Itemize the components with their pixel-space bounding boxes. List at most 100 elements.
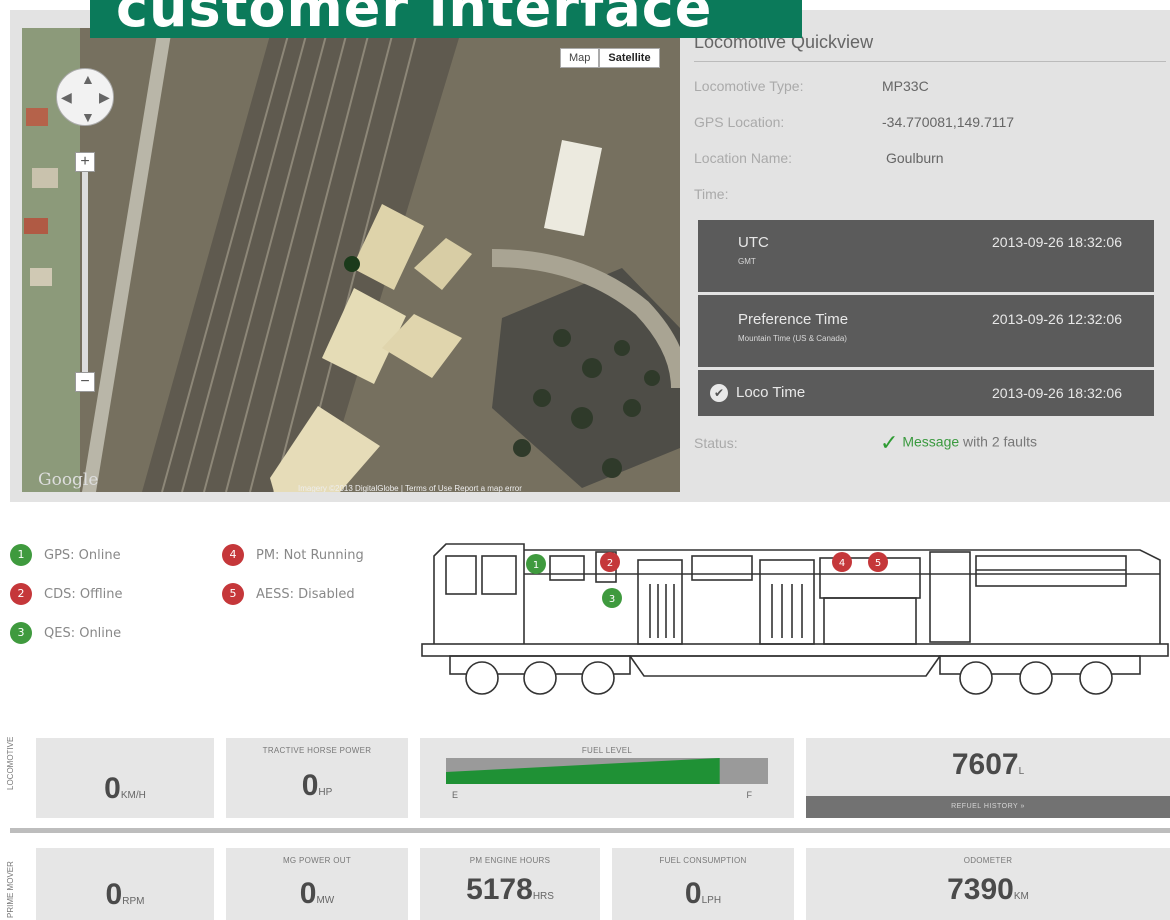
rpm-card: 0RPM bbox=[36, 848, 214, 920]
legend-item-aess: 5 AESS: Disabled bbox=[222, 582, 364, 606]
legend-item-cds: 2 CDS: Offline bbox=[10, 582, 123, 606]
location-name-label: Location Name: bbox=[694, 150, 793, 166]
time-options: UTC GMT 2013-09-26 18:32:06 Preference T… bbox=[698, 220, 1154, 416]
preference-time-label: Preference Time bbox=[738, 311, 849, 328]
engine-hours-value: 5178HRS bbox=[466, 873, 554, 906]
legend-gps-text: GPS: Online bbox=[44, 547, 121, 563]
checkmark-icon: ✓ bbox=[880, 430, 899, 455]
locomotive-side-label: LOCOMOTIVE bbox=[6, 736, 15, 790]
fuel-consumption-value: 0LPH bbox=[684, 877, 722, 910]
status-dot-5: 5 bbox=[222, 583, 244, 605]
svg-text:2: 2 bbox=[607, 558, 613, 569]
legend-item-qes: 3 QES: Online bbox=[10, 621, 123, 645]
legend-qes-text: QES: Online bbox=[44, 625, 122, 641]
legend-left: 1 GPS: Online 2 CDS: Offline 3 QES: Onli… bbox=[10, 543, 123, 660]
zoom-out-button[interactable]: − bbox=[75, 372, 95, 392]
gps-location-label: GPS Location: bbox=[694, 114, 785, 130]
locomotive-type-label: Locomotive Type: bbox=[694, 78, 804, 94]
map-type-satellite-button[interactable]: Satellite bbox=[599, 48, 660, 68]
top-panel: Map Satellite ▲ ▼ ◀ ▶ + − Google Imagery… bbox=[10, 10, 1170, 502]
locomotive-quickview: Locomotive Quickview Locomotive Type: MP… bbox=[694, 32, 1166, 456]
mg-power-out-caption: MG POWER OUT bbox=[282, 856, 352, 865]
status-dot-3: 3 bbox=[10, 622, 32, 644]
gps-location-row: GPS Location: -34.770081,149.7117 bbox=[694, 104, 1166, 140]
map-type-map-button[interactable]: Map bbox=[560, 48, 600, 68]
mg-power-out-value: 0MW bbox=[299, 877, 335, 910]
fuel-level-scale: E F bbox=[452, 790, 752, 800]
legend-right: 4 PM: Not Running 5 AESS: Disabled bbox=[222, 543, 364, 621]
google-logo: Google bbox=[38, 470, 99, 490]
utc-sublabel: GMT bbox=[738, 257, 756, 266]
page-banner: customer interface bbox=[90, 0, 802, 38]
engine-hours-caption: PM ENGINE HOURS bbox=[469, 856, 551, 865]
pan-control[interactable]: ▲ ▼ ◀ ▶ bbox=[56, 68, 114, 126]
locomotive-type-row: Locomotive Type: MP33C bbox=[694, 68, 1166, 104]
odometer-caption: ODOMETER bbox=[963, 856, 1013, 865]
svg-text:3: 3 bbox=[609, 594, 615, 605]
row-divider bbox=[10, 828, 1170, 833]
refuel-history-button[interactable]: REFUEL HISTORY » bbox=[806, 796, 1170, 818]
fuel-empty-label: E bbox=[452, 790, 459, 800]
tractive-horse-power-card: TRACTIVE HORSE POWER 0HP bbox=[226, 738, 408, 818]
map-imagery bbox=[22, 28, 680, 492]
prime-mover-side-label: PRIME MOVER bbox=[6, 861, 15, 918]
svg-text:4: 4 bbox=[839, 558, 845, 569]
status-row: Status: ✓ Message with 2 faults bbox=[694, 430, 1166, 456]
speed-value: 0KM/H bbox=[104, 772, 146, 805]
time-label: Time: bbox=[694, 186, 729, 202]
diagram-marker-2: 2 bbox=[600, 552, 620, 572]
fuel-full-label: F bbox=[746, 790, 753, 800]
odometer-card: ODOMETER 7390KM bbox=[806, 848, 1170, 920]
status-message: ✓ Message with 2 faults bbox=[880, 430, 1037, 456]
legend-aess-text: AESS: Disabled bbox=[256, 586, 355, 602]
tractive-horse-power-value: 0HP bbox=[301, 769, 333, 802]
pan-up-icon[interactable]: ▲ bbox=[81, 71, 95, 87]
legend-cds-text: CDS: Offline bbox=[44, 586, 123, 602]
mg-power-out-card: MG POWER OUT 0MW bbox=[226, 848, 408, 920]
map-attribution[interactable]: Imagery ©2013 DigitalGlobe | Terms of Us… bbox=[298, 484, 522, 492]
status-message-text: with 2 faults bbox=[959, 433, 1037, 450]
legend-item-gps: 1 GPS: Online bbox=[10, 543, 123, 567]
svg-text:5: 5 bbox=[875, 558, 881, 569]
diagram-marker-4: 4 bbox=[832, 552, 852, 572]
time-option-utc[interactable]: UTC GMT 2013-09-26 18:32:06 bbox=[698, 220, 1154, 292]
diagram-marker-1: 1 bbox=[526, 554, 546, 574]
pan-right-icon[interactable]: ▶ bbox=[99, 89, 110, 106]
locomotive-diagram: 1 2 3 4 5 bbox=[421, 543, 1169, 695]
loco-timestamp: 2013-09-26 18:32:06 bbox=[992, 385, 1122, 401]
status-dot-2: 2 bbox=[10, 583, 32, 605]
status-dot-1: 1 bbox=[10, 544, 32, 566]
time-option-loco[interactable]: ✔ Loco Time 2013-09-26 18:32:06 bbox=[698, 370, 1154, 416]
legend-item-pm: 4 PM: Not Running bbox=[222, 543, 364, 567]
satellite-map[interactable]: Map Satellite ▲ ▼ ◀ ▶ + − Google Imagery… bbox=[22, 28, 680, 492]
locomotive-type-value: MP33C bbox=[882, 78, 929, 94]
fuel-level-gauge bbox=[446, 758, 768, 784]
location-name-value: Goulburn bbox=[886, 150, 944, 166]
time-row: Time: bbox=[694, 176, 1166, 212]
speed-card: 0KM/H bbox=[36, 738, 214, 818]
zoom-slider[interactable] bbox=[82, 170, 88, 390]
loco-time-label: Loco Time bbox=[736, 383, 806, 401]
time-option-preference[interactable]: Preference Time Mountain Time (US & Cana… bbox=[698, 295, 1154, 367]
location-name-row: Location Name: Goulburn bbox=[694, 140, 1166, 176]
preference-timestamp: 2013-09-26 12:32:06 bbox=[992, 311, 1122, 327]
status-label: Status: bbox=[694, 435, 738, 451]
status-message-link[interactable]: Message bbox=[902, 434, 959, 450]
odometer-value: 7390KM bbox=[947, 873, 1029, 906]
engine-hours-card: PM ENGINE HOURS 5178HRS bbox=[420, 848, 600, 920]
fuel-litres-card: 7607L REFUEL HISTORY » bbox=[806, 738, 1170, 818]
diagram-marker-5: 5 bbox=[868, 552, 888, 572]
fuel-consumption-caption: FUEL CONSUMPTION bbox=[659, 856, 747, 865]
rpm-value: 0RPM bbox=[105, 878, 145, 911]
pan-left-icon[interactable]: ◀ bbox=[61, 89, 72, 106]
legend-pm-text: PM: Not Running bbox=[256, 547, 364, 563]
pan-down-icon[interactable]: ▼ bbox=[81, 109, 95, 125]
utc-timestamp: 2013-09-26 18:32:06 bbox=[992, 234, 1122, 250]
fuel-level-caption: FUEL LEVEL bbox=[581, 746, 633, 755]
svg-text:1: 1 bbox=[533, 560, 539, 571]
utc-label: UTC bbox=[738, 234, 769, 251]
tractive-horse-power-caption: TRACTIVE HORSE POWER bbox=[262, 746, 372, 755]
map-type-switch: Map Satellite bbox=[560, 48, 660, 68]
diagram-marker-3: 3 bbox=[602, 588, 622, 608]
zoom-in-button[interactable]: + bbox=[75, 152, 95, 172]
